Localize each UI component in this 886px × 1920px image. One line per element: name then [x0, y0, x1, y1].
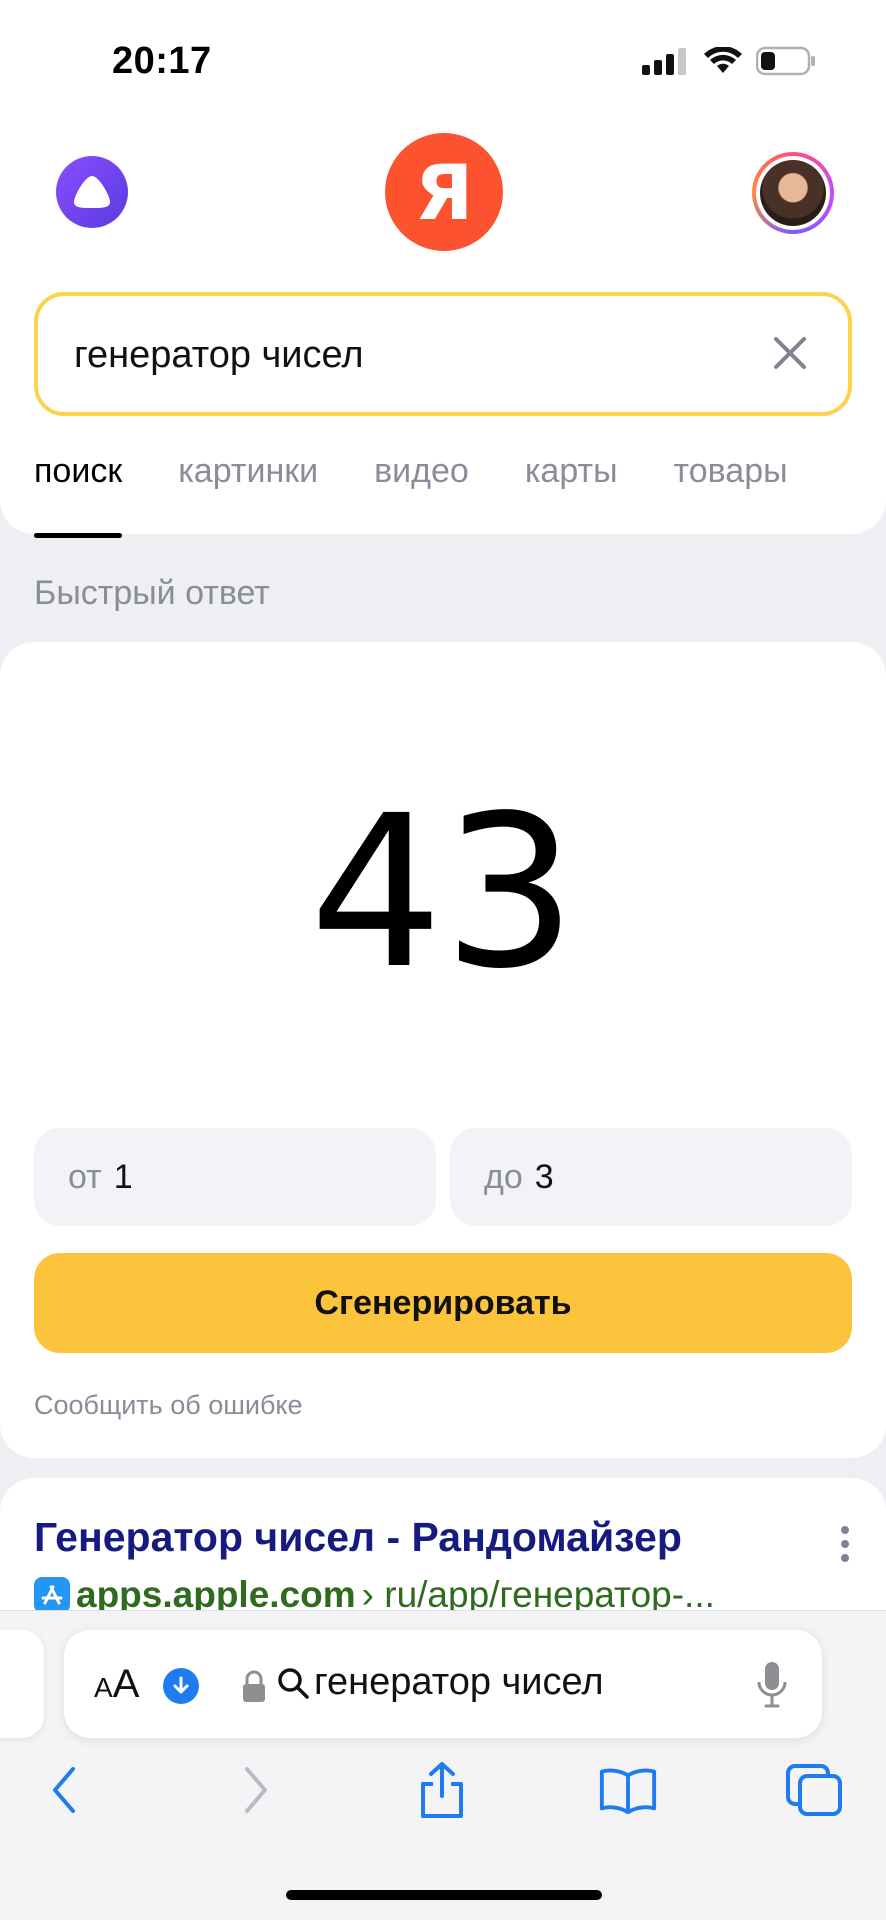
generate-button[interactable]: Сгенерировать — [34, 1253, 852, 1353]
yandex-logo[interactable]: Я — [385, 133, 503, 251]
forward-chevron-icon — [245, 1767, 267, 1813]
app-store-icon — [34, 1577, 70, 1613]
address-text[interactable]: генератор чисел — [276, 1661, 604, 1704]
back-chevron-icon — [53, 1767, 75, 1813]
generated-number: 43 — [309, 770, 577, 1015]
avatar[interactable] — [752, 152, 834, 234]
report-error-link[interactable]: Сообщить об ошибке — [34, 1390, 303, 1421]
search-query[interactable]: генератор чисел — [74, 334, 364, 377]
book-icon — [599, 1768, 657, 1815]
microphone-icon[interactable] — [756, 1660, 788, 1710]
tabs-button[interactable] — [784, 1760, 844, 1820]
quick-answer-label: Быстрый ответ — [34, 574, 270, 612]
tab-products[interactable]: товары — [674, 452, 788, 532]
range-to-label: до — [484, 1157, 523, 1196]
share-icon — [421, 1762, 463, 1818]
address-query: генератор чисел — [314, 1661, 604, 1703]
tab-maps[interactable]: карты — [525, 452, 618, 532]
back-button[interactable] — [34, 1760, 94, 1820]
bookmarks-button[interactable] — [598, 1760, 658, 1820]
alice-assistant-button[interactable] — [56, 156, 128, 228]
avatar-photo — [760, 160, 826, 226]
more-options-icon[interactable] — [838, 1524, 852, 1564]
text-size-button[interactable]: AA — [94, 1662, 139, 1707]
tab-video[interactable]: видео — [374, 452, 469, 532]
forward-button[interactable] — [226, 1760, 286, 1820]
wifi-icon — [704, 47, 742, 73]
tab-search[interactable]: поиск — [34, 452, 123, 538]
search-icon — [278, 1667, 309, 1699]
cellular-signal-icon — [642, 48, 686, 75]
status-icons — [642, 46, 816, 76]
previous-tab-preview[interactable] — [0, 1630, 44, 1738]
lock-icon — [243, 1670, 265, 1702]
range-from-field[interactable]: от 1 — [34, 1128, 436, 1226]
search-tabs: поиск картинки видео карты товары — [34, 452, 788, 538]
share-button[interactable] — [412, 1760, 472, 1820]
tabs-icon — [786, 1764, 842, 1816]
clear-search-icon[interactable] — [770, 333, 810, 373]
range-from-label: от — [68, 1157, 102, 1196]
home-indicator — [286, 1890, 602, 1900]
range-to-field[interactable]: до 3 — [450, 1128, 852, 1226]
range-to-value[interactable]: 3 — [535, 1158, 554, 1197]
tab-images[interactable]: картинки — [178, 452, 318, 532]
result-title-link[interactable]: Генератор чисел - Рандомайзер — [34, 1514, 682, 1561]
status-time: 20:17 — [112, 40, 212, 82]
battery-icon — [756, 46, 815, 76]
range-from-value[interactable]: 1 — [114, 1158, 133, 1197]
alice-icon — [74, 176, 110, 208]
download-icon[interactable] — [163, 1668, 199, 1704]
